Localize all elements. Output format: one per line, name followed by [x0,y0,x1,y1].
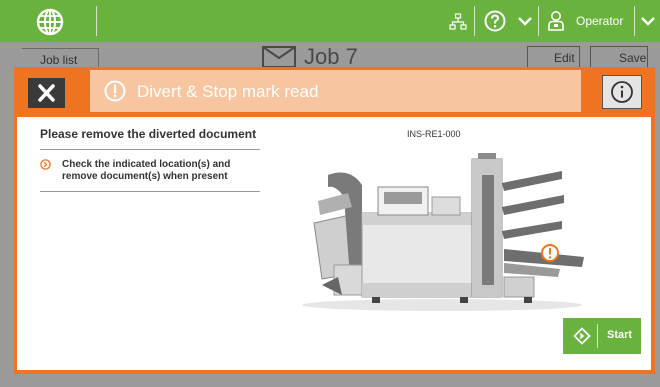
divider [538,6,539,36]
globe-icon[interactable] [36,8,64,36]
dialog-header: Divert & Stop mark read [14,67,655,117]
top-bar: Operator [0,0,660,42]
save-label: Save [619,51,647,65]
dialog-body: Please remove the diverted document Chec… [17,117,651,370]
save-button[interactable]: Save [590,46,648,68]
divider [474,6,475,36]
divider [40,191,260,192]
help-icon[interactable] [484,10,506,32]
network-icon[interactable] [449,13,467,31]
operator-icon [548,11,564,31]
warning-icon [104,80,126,102]
chevron-down-icon[interactable] [640,14,656,28]
edit-button[interactable]: Edit [527,46,580,68]
machine-id: INS-RE1-000 [407,129,461,139]
divider [597,324,598,348]
chevron-down-icon[interactable] [517,14,533,28]
info-icon [611,81,633,103]
start-button[interactable]: Start [563,318,641,354]
dialog-title-bar: Divert & Stop mark read [90,70,581,112]
error-dialog: Divert & Stop mark read Please remove th… [14,67,655,374]
step-text: Check the indicated location(s) and remo… [62,159,231,182]
close-icon [38,84,55,102]
start-label: Start [607,329,633,341]
job-list-label: Job list [40,53,78,67]
machine-illustration [302,153,584,311]
info-button[interactable] [602,75,642,109]
envelope-icon [262,46,296,68]
divider [96,6,97,36]
user-label[interactable]: Operator [576,14,623,28]
close-button[interactable] [28,78,65,108]
divider [40,149,260,150]
step-icon [40,159,51,170]
edit-label: Edit [554,51,575,65]
instruction-title: Please remove the diverted document [40,127,257,141]
start-icon [573,327,591,345]
dialog-title: Divert & Stop mark read [137,82,319,101]
divider [634,6,635,36]
